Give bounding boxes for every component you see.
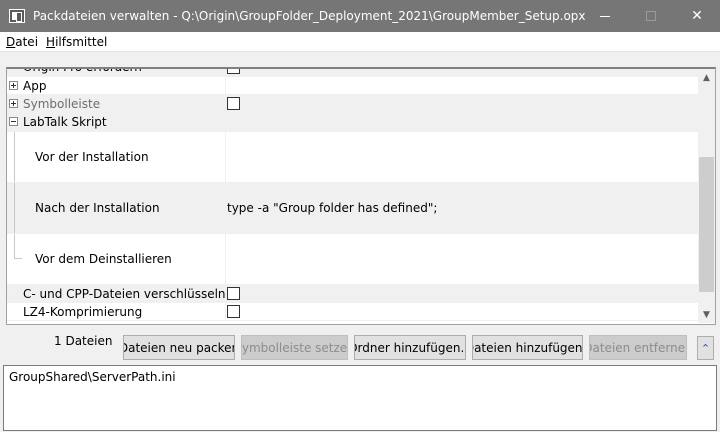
grid-row-app[interactable]: App: [7, 77, 699, 95]
row-label: LabTalk Skript: [7, 113, 226, 131]
vertical-scrollbar[interactable]: ▲ ▼: [698, 69, 715, 323]
grid-row-vor-deinstallieren[interactable]: Vor dem Deinstallieren: [7, 234, 699, 285]
scroll-up-icon[interactable]: ▲: [698, 69, 715, 86]
menu-datei[interactable]: Datei: [6, 35, 38, 49]
row-label: Origin Pro erfordern: [7, 69, 226, 76]
origin-pro-checkbox[interactable]: [227, 69, 240, 74]
window-title: Packdateien verwalten - Q:\Origin\GroupF…: [33, 9, 586, 23]
maximize-button[interactable]: [628, 0, 674, 32]
tree-line: [14, 234, 15, 259]
tree-line: [14, 183, 15, 233]
collapse-panel-button[interactable]: ⌃: [697, 336, 714, 360]
encrypt-checkbox[interactable]: [227, 287, 240, 300]
grid-row-vor-installation[interactable]: Vor der Installation: [7, 132, 699, 183]
grid-row-lz4[interactable]: LZ4-Komprimierung: [7, 303, 699, 321]
property-grid[interactable]: Origin Pro erfordern App Symbolleiste La…: [6, 67, 716, 325]
list-item[interactable]: GroupShared\ServerPath.ini: [4, 366, 716, 384]
property-grid-rows: Origin Pro erfordern App Symbolleiste La…: [7, 69, 699, 321]
title-bar: Packdateien verwalten - Q:\Origin\GroupF…: [0, 0, 720, 32]
tree-line: [14, 258, 22, 259]
close-icon: ✕: [691, 8, 703, 24]
maximize-icon: [646, 11, 656, 21]
file-count-label: 1 Dateien: [54, 334, 113, 348]
tree-line: [14, 132, 15, 182]
expand-plus-icon[interactable]: [9, 98, 18, 108]
close-button[interactable]: ✕: [674, 0, 720, 32]
add-folder-button[interactable]: Ordner hinzufügen...: [354, 335, 466, 360]
grid-row-origin-pro[interactable]: Origin Pro erfordern: [7, 69, 699, 77]
row-label: C- und CPP-Dateien verschlüsseln: [7, 285, 226, 302]
minimize-button[interactable]: [582, 0, 628, 32]
file-list[interactable]: GroupShared\ServerPath.ini: [3, 365, 717, 431]
row-label: Vor der Installation: [7, 132, 226, 182]
expand-plus-icon[interactable]: [9, 80, 18, 90]
row-label: Nach der Installation: [7, 183, 226, 233]
remove-files-button[interactable]: Dateien entfernen: [589, 335, 687, 360]
row-label: App: [7, 77, 226, 94]
add-files-button[interactable]: Dateien hinzufügen..: [472, 335, 583, 360]
scrollbar-thumb[interactable]: [699, 157, 714, 292]
row-label: Vor dem Deinstallieren: [7, 234, 226, 284]
menu-bar: Datei Hilfsmittel: [0, 32, 720, 52]
lz4-checkbox[interactable]: [227, 305, 240, 318]
grid-row-labtalk[interactable]: LabTalk Skript: [7, 113, 699, 132]
set-toolbar-button[interactable]: Symbolleiste setzen: [241, 335, 348, 360]
repack-button[interactable]: Dateien neu packen: [123, 335, 235, 360]
row-label: Symbolleiste: [7, 95, 226, 112]
window-controls: ✕: [582, 0, 720, 32]
menu-hilfsmittel[interactable]: Hilfsmittel: [46, 35, 107, 49]
minimize-icon: [600, 15, 610, 17]
row-value[interactable]: type -a "Group folder has defined";: [226, 183, 699, 233]
row-value[interactable]: [226, 132, 699, 182]
grid-row-symbolleiste[interactable]: Symbolleiste: [7, 95, 699, 113]
row-value[interactable]: [226, 234, 699, 284]
symbolleiste-checkbox[interactable]: [227, 97, 240, 110]
grid-row-verschluesseln[interactable]: C- und CPP-Dateien verschlüsseln: [7, 285, 699, 303]
double-chevron-up-icon: ⌃: [700, 341, 711, 355]
app-icon: [9, 9, 25, 23]
row-label: LZ4-Komprimierung: [7, 303, 226, 320]
collapse-minus-icon[interactable]: [9, 117, 18, 126]
scroll-down-icon[interactable]: ▼: [698, 306, 715, 323]
grid-row-nach-installation[interactable]: Nach der Installation type -a "Group fol…: [7, 183, 699, 234]
